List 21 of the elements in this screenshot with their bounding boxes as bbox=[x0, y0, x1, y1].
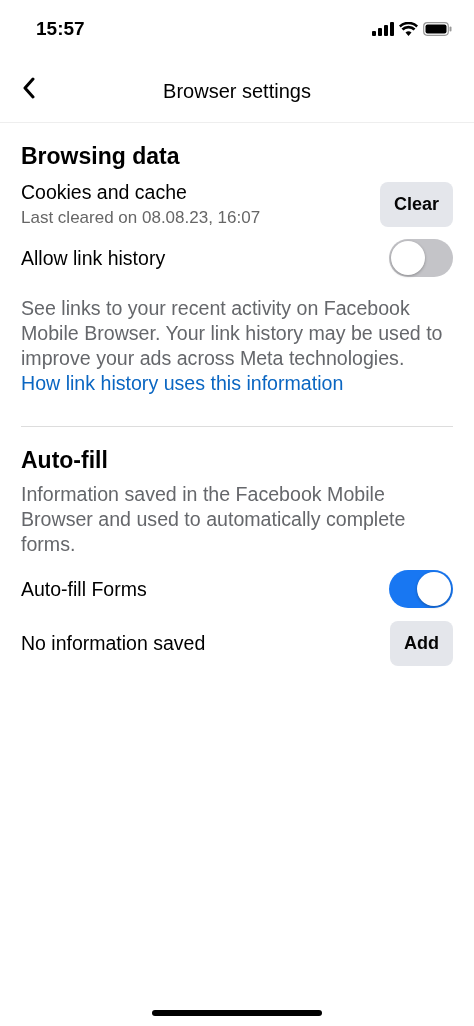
section-title: Browsing data bbox=[21, 143, 181, 170]
info-link[interactable]: information bbox=[246, 372, 344, 394]
status-time: 15:57 bbox=[36, 18, 85, 40]
setting-label: Cookies and cache bbox=[21, 180, 188, 204]
back-icon[interactable] bbox=[22, 77, 36, 99]
wifi-icon bbox=[399, 22, 418, 36]
description-text: Information saved in the Facebook Mobile Browser and used to automatically complete forms. bbox=[21, 482, 407, 557]
setting-sublabel: Last cleared on 08.08.23, 16:07 bbox=[21, 207, 261, 228]
battery-icon bbox=[423, 22, 452, 36]
setting-label: Allow link history bbox=[21, 246, 166, 270]
action-button[interactable]: Add bbox=[390, 620, 453, 666]
toggle-switch[interactable] bbox=[389, 239, 453, 277]
action-button[interactable]: Clear bbox=[379, 181, 453, 227]
setting-label: No information saved bbox=[21, 631, 206, 655]
info-link[interactable]: How link history uses this bbox=[21, 372, 241, 394]
page-title: Browser settings bbox=[163, 79, 311, 103]
setting-label: Auto-fill Forms bbox=[21, 577, 147, 601]
signal-icon bbox=[372, 22, 394, 36]
description-text: See links to your recent activity on Facebook Mobile Browser. Your link history may be used to improve your ads across Meta technologies. How link history uses this information bbox=[21, 296, 444, 396]
toggle-switch[interactable] bbox=[389, 570, 453, 608]
section-title: Auto-fill bbox=[21, 447, 109, 474]
